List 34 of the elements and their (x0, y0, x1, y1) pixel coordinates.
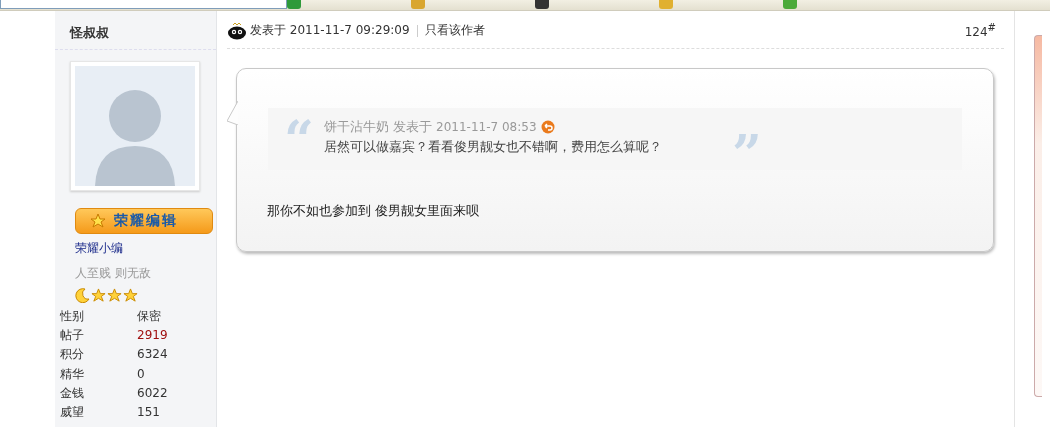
star-icon (90, 213, 106, 229)
stat-label: 性别 (60, 307, 137, 327)
stat-label: 积分 (60, 345, 137, 365)
stat-label: 金钱 (60, 383, 137, 403)
stat-value: 151 (137, 404, 161, 422)
user-icon (227, 21, 247, 40)
reply-arrow-icon[interactable] (540, 120, 555, 134)
user-group[interactable]: 荣耀小编 (75, 240, 216, 257)
post-time: 发表于 2011-11-7 09:29:09 (250, 22, 410, 39)
open-quote-mark: “ (283, 108, 314, 170)
stat-value: 6324 (137, 346, 168, 364)
stat-label: 帖子 (60, 326, 137, 346)
bookmark-icon[interactable] (287, 0, 301, 9)
user-signature: 人至贱 则无敌 (75, 265, 152, 282)
floor-number: 124$^{#}$ (964, 22, 996, 39)
quote-time: 2011-11-7 08:53 (436, 120, 537, 134)
bookmark-icon[interactable] (535, 0, 549, 9)
rank-badge: 荣耀编辑 (75, 208, 213, 234)
stat-label: 精华 (60, 364, 137, 384)
bookmark-icon[interactable] (659, 0, 673, 9)
stat-value: 0 (137, 365, 146, 383)
bookmark-icon[interactable] (411, 0, 425, 9)
quote-author: 饼干沾牛奶 发表于 (323, 118, 433, 136)
author-name[interactable]: 怪叔叔 (55, 11, 216, 50)
stat-value: 2919 (137, 327, 168, 345)
stat-value: 6022 (137, 384, 168, 402)
stat-value: 保密 (137, 308, 162, 326)
moon-icon (75, 288, 90, 303)
quote-text: 居然可以做嘉宾？看看俊男靓女也不错啊，费用怎么算呢？ (323, 138, 663, 156)
stat-label: 威望 (60, 404, 85, 422)
post-body: 那你不如也参加到 俊男靓女里面来呗 (267, 202, 481, 220)
author-only-link[interactable]: 只看该作者 (424, 22, 485, 39)
close-quote-mark: ” (732, 122, 763, 170)
bookmark-icon[interactable] (783, 0, 797, 9)
